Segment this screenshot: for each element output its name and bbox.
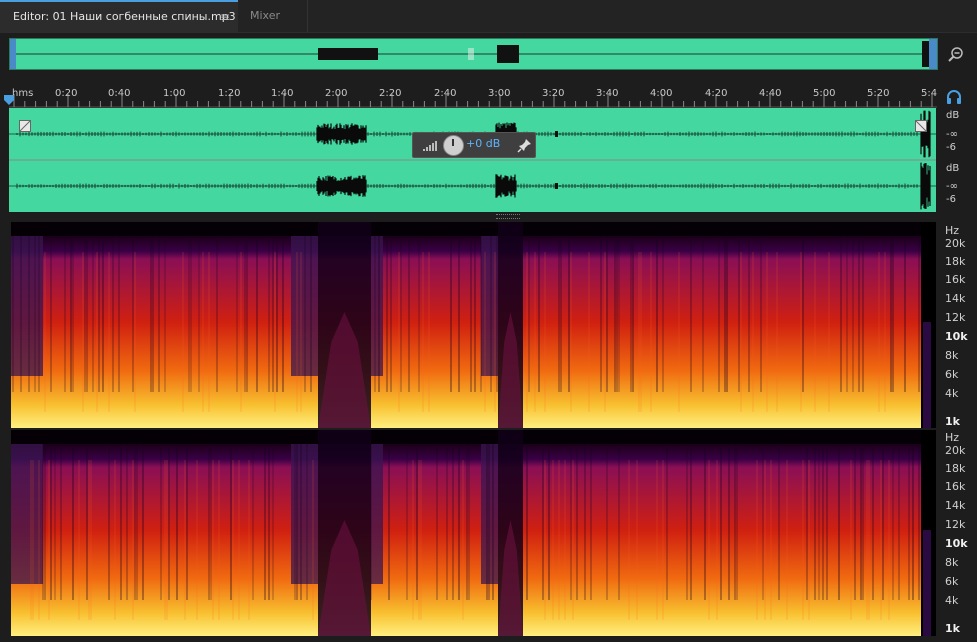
ruler-tick-label: 2:00 xyxy=(325,88,348,99)
hz-scale-label: 4k xyxy=(945,594,959,607)
hz-scale-label: 10k xyxy=(945,537,968,550)
ruler-tick-label: 4:20 xyxy=(705,88,728,99)
db-scale-label: -∞ xyxy=(946,181,958,192)
spectrogram-channel-1 xyxy=(11,222,936,428)
pin-icon[interactable] xyxy=(517,137,533,153)
hz-scale-label: 14k xyxy=(945,292,966,305)
hz-scale-label: 8k xyxy=(945,556,959,569)
ruler-tick-label: 0:40 xyxy=(108,88,131,99)
tab-editor-label: Editor: 01 Наши согбенные спины.mp3 xyxy=(13,10,236,23)
ruler-tick-label: 2:20 xyxy=(379,88,402,99)
ruler-tick-label: 5:4 xyxy=(921,88,938,99)
tab-editor[interactable]: Editor: 01 Наши согбенные спины.mp3 ≡ xyxy=(0,0,238,32)
waveform-channels xyxy=(9,110,936,210)
spectral-display-channel-1[interactable] xyxy=(11,222,936,428)
ruler-tick-label: 3:40 xyxy=(596,88,619,99)
ruler-tick-label: 4:40 xyxy=(759,88,782,99)
ruler-tick-label: 1:40 xyxy=(271,88,294,99)
ruler-tick-label: 3:20 xyxy=(542,88,565,99)
hz-scale-label: 6k xyxy=(945,575,959,588)
hz-scale-label: 1k xyxy=(945,622,960,635)
hz-unit-label: Hz xyxy=(945,224,960,237)
db-scale-label: -∞ xyxy=(946,129,958,140)
ruler-tick-label: 3:00 xyxy=(488,88,511,99)
ruler-ticks xyxy=(9,94,937,108)
view-splitter[interactable] xyxy=(9,212,936,222)
fade-in-handle-icon[interactable] xyxy=(19,120,31,132)
volume-knob[interactable] xyxy=(443,135,464,156)
volume-value[interactable]: +0 dB xyxy=(466,137,500,150)
db-scale-label: dB xyxy=(946,110,960,121)
tab-mixer-label: Mixer xyxy=(250,9,281,22)
fade-out-handle-icon[interactable] xyxy=(915,120,927,132)
volume-hud: +0 dB xyxy=(412,132,536,158)
hz-scale-label: 20k xyxy=(945,444,966,457)
hz-scale-label: 16k xyxy=(945,480,966,493)
ruler-format-label: hms xyxy=(12,88,34,99)
spectral-display-channel-2[interactable] xyxy=(11,430,936,636)
ruler-tick-label: 1:20 xyxy=(218,88,241,99)
hz-scale-label: 16k xyxy=(945,273,966,286)
db-scale-label: dB xyxy=(946,163,960,174)
ruler-tick-label: 1:00 xyxy=(163,88,186,99)
hz-scale-label: 8k xyxy=(945,349,959,362)
tab-mixer[interactable]: Mixer xyxy=(239,0,308,32)
zoom-out-icon[interactable] xyxy=(947,45,965,63)
hz-scale-label: 18k xyxy=(945,255,966,268)
hz-scale-label: 6k xyxy=(945,368,959,381)
ruler-tick-label: 5:20 xyxy=(867,88,890,99)
overview-navigator[interactable] xyxy=(9,38,938,70)
hz-scale-label: 4k xyxy=(945,387,959,400)
hz-scale-label: 14k xyxy=(945,499,966,512)
panel-menu-icon[interactable]: ≡ xyxy=(220,1,230,33)
splitter-grip[interactable] xyxy=(496,214,520,219)
hz-scale-label: 1k xyxy=(945,415,960,428)
hz-scale-label: 18k xyxy=(945,462,966,475)
ruler-tick-label: 0:20 xyxy=(55,88,78,99)
overview-waveform xyxy=(10,39,937,69)
ruler-tick-label: 5:00 xyxy=(813,88,836,99)
hz-unit-label: Hz xyxy=(945,431,960,444)
spectrogram-channel-2 xyxy=(11,430,936,636)
waveform-display[interactable] xyxy=(9,108,936,212)
ruler-tick-label: 4:00 xyxy=(650,88,673,99)
panel-tab-bar: Editor: 01 Наши согбенные спины.mp3 ≡ Mi… xyxy=(0,0,977,33)
hz-scale-label: 12k xyxy=(945,518,966,531)
playhead-handle-icon[interactable] xyxy=(4,95,14,105)
db-scale-label: -6 xyxy=(946,194,956,205)
time-ruler[interactable]: hms 0:20 0:40 1:00 1:20 1:40 2:00 2:20 2… xyxy=(9,86,937,108)
headphones-icon[interactable] xyxy=(946,90,962,104)
level-meter-icon xyxy=(423,141,437,151)
db-scale-label: -6 xyxy=(946,142,956,153)
hz-scale-label: 10k xyxy=(945,330,968,343)
hz-scale-label: 12k xyxy=(945,311,966,324)
ruler-tick-label: 2:40 xyxy=(434,88,457,99)
hz-scale-label: 20k xyxy=(945,237,966,250)
